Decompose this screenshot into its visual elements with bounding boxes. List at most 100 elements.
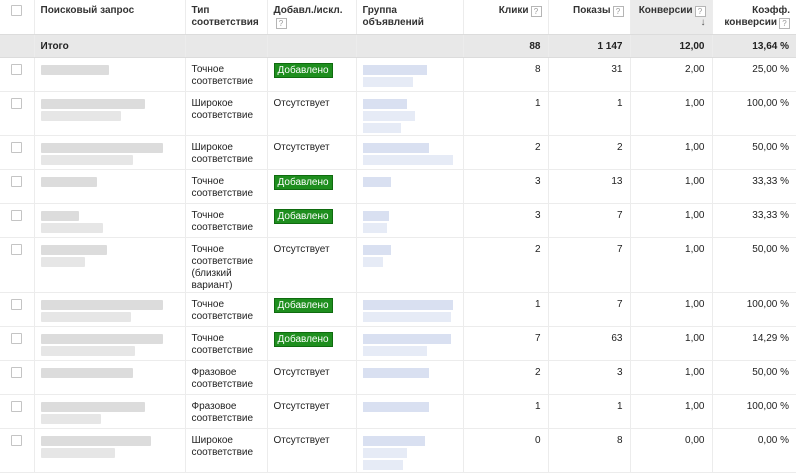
search-query-cell[interactable]: [34, 326, 186, 361]
row-checkbox[interactable]: [11, 400, 22, 412]
redacted-text: [362, 154, 453, 165]
row-checkbox[interactable]: [11, 209, 22, 221]
redacted-text: [362, 244, 391, 255]
search-query-cell[interactable]: [34, 428, 186, 473]
header-ad-group[interactable]: Группа объявлений: [356, 0, 464, 35]
impressions-cell: 13: [548, 169, 631, 204]
match-type-line: соответствие: [191, 446, 254, 458]
redacted-text: [40, 435, 151, 446]
row-checkbox[interactable]: [11, 175, 22, 187]
row-checkbox-cell: [0, 91, 35, 136]
row-checkbox[interactable]: [11, 243, 22, 255]
header-conversions[interactable]: Конверсии ?↓: [630, 0, 713, 35]
added-excluded-cell: Отсутствует: [267, 428, 357, 473]
header-query[interactable]: Поисковый запрос: [34, 0, 186, 35]
ad-group-cell[interactable]: [356, 360, 464, 395]
search-query-cell[interactable]: [34, 292, 186, 327]
ad-group-cell[interactable]: [356, 91, 464, 136]
redacted-text: [362, 110, 415, 121]
help-icon[interactable]: ?: [612, 6, 624, 17]
search-query-cell[interactable]: [34, 91, 186, 136]
ad-group-cell[interactable]: [356, 203, 464, 238]
redacted-text: [362, 256, 383, 267]
redacted-text: [40, 244, 107, 255]
header-conversion-rate[interactable]: Коэфф. конверсии?: [712, 0, 796, 35]
search-query-cell[interactable]: [34, 203, 186, 238]
match-type-cell: Широкое соответствие: [185, 428, 268, 473]
redacted-text: [362, 345, 427, 356]
help-icon[interactable]: ?: [694, 6, 706, 17]
row-checkbox[interactable]: [11, 298, 22, 310]
ad-group-cell[interactable]: [356, 394, 464, 429]
added-excluded-cell: Добавлено: [267, 326, 357, 361]
added-badge: Добавлено: [273, 62, 333, 78]
match-type-line: соответствие: [191, 378, 254, 390]
match-type-cell: Широкое соответствие: [185, 91, 268, 136]
ad-group-cell[interactable]: [356, 237, 464, 293]
clicks-cell: 3: [463, 203, 549, 238]
row-checkbox[interactable]: [11, 366, 22, 378]
match-type-cell: Точное соответствие: [185, 57, 268, 92]
ad-group-cell[interactable]: [356, 135, 464, 170]
header-match-type[interactable]: Тип соответствия: [185, 0, 268, 35]
header-clicks[interactable]: Клики?: [463, 0, 549, 35]
row-checkbox-cell: [0, 292, 35, 327]
ad-group-cell[interactable]: [356, 428, 464, 473]
redacted-text: [40, 367, 133, 378]
ad-group-cell[interactable]: [356, 169, 464, 204]
match-type-line: соответствие: [191, 75, 254, 87]
header-impressions[interactable]: Показы?: [548, 0, 631, 35]
ad-group-cell[interactable]: [356, 57, 464, 92]
row-checkbox[interactable]: [11, 141, 22, 153]
status-text: Отсутствует: [273, 141, 330, 153]
search-query-cell[interactable]: [34, 135, 186, 170]
row-checkbox[interactable]: [11, 434, 22, 446]
redacted-text: [40, 299, 163, 310]
help-icon[interactable]: ?: [779, 18, 790, 29]
search-query-cell[interactable]: [34, 237, 186, 293]
redacted-text: [40, 413, 101, 424]
clicks-cell: 1: [463, 91, 549, 136]
match-type-line: (близкий: [191, 267, 232, 279]
search-query-cell[interactable]: [34, 57, 186, 92]
impressions-cell: 3: [548, 360, 631, 395]
row-checkbox-cell: [0, 360, 35, 395]
search-query-cell[interactable]: [34, 360, 186, 395]
match-type-line: соответствие: [191, 109, 254, 121]
select-all-checkbox[interactable]: [11, 5, 22, 16]
match-type-cell: Широкое соответствие: [185, 135, 268, 170]
match-type-cell: Точное соответствие: [185, 292, 268, 327]
clicks-cell: 3: [463, 169, 549, 204]
added-excluded-cell: Отсутствует: [267, 135, 357, 170]
header-added-excluded[interactable]: Добавл./искл.?: [267, 0, 357, 35]
row-checkbox-cell: [0, 326, 35, 361]
total-label: Итого: [34, 34, 186, 58]
impressions-cell: 7: [548, 292, 631, 327]
row-checkbox[interactable]: [11, 63, 22, 75]
table-row: Точное соответствие (близкий вариант) Отсутс…: [0, 237, 796, 293]
conversions-cell: 2,00: [630, 57, 713, 92]
conversions-cell: 1,00: [630, 292, 713, 327]
row-checkbox[interactable]: [11, 332, 22, 344]
help-icon[interactable]: ?: [275, 18, 287, 29]
ad-group-cell[interactable]: [356, 292, 464, 327]
ad-group-cell[interactable]: [356, 326, 464, 361]
row-checkbox-cell: [0, 428, 35, 473]
row-checkbox[interactable]: [11, 97, 22, 109]
redacted-text: [40, 256, 85, 267]
match-type-line: Широкое: [191, 434, 233, 446]
clicks-cell: 2: [463, 135, 549, 170]
added-excluded-cell: Добавлено: [267, 169, 357, 204]
added-excluded-cell: Отсутствует: [267, 91, 357, 136]
table-row: Фразовое соответствие Отсутствует 1 1 1,00 100…: [0, 394, 796, 429]
table-row: Точное соответствие Добавлено 3 7 1,00 33,33 %: [0, 203, 796, 238]
match-type-cell: Точное соответствие: [185, 203, 268, 238]
redacted-text: [40, 447, 115, 458]
impressions-cell: 8: [548, 428, 631, 473]
help-icon[interactable]: ?: [530, 6, 542, 17]
match-type-line: соответствие: [191, 255, 254, 267]
search-query-cell[interactable]: [34, 394, 186, 429]
search-query-cell[interactable]: [34, 169, 186, 204]
redacted-text: [362, 401, 429, 412]
conversion-rate-cell: 100,00 %: [712, 91, 796, 136]
